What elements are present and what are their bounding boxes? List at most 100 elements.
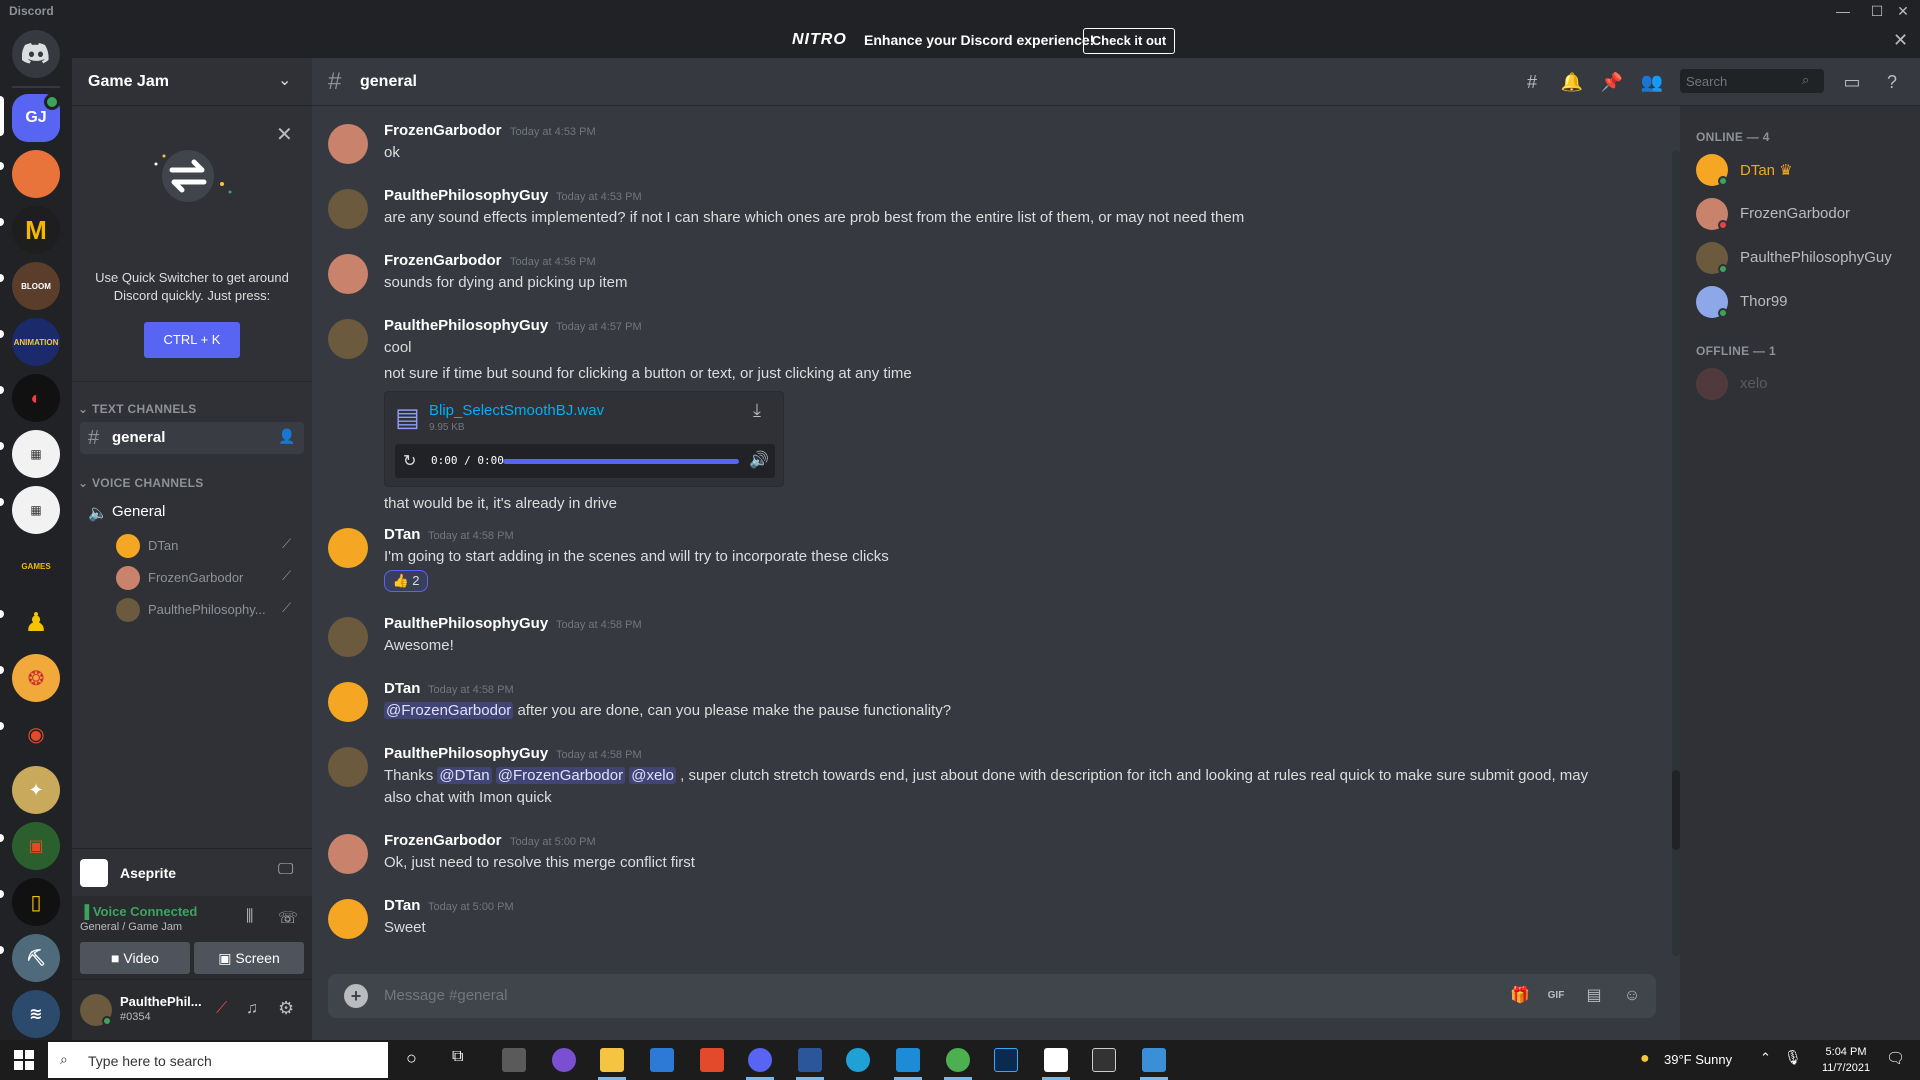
message-author[interactable]: PaulthePhilosophyGuy: [384, 745, 548, 762]
member-item[interactable]: xelo: [1688, 362, 1912, 406]
aseprite-taskbar-icon[interactable]: [1044, 1048, 1068, 1072]
guild-icon[interactable]: BLOOM: [12, 262, 60, 310]
user-mention[interactable]: @xelo: [629, 767, 676, 784]
bell-icon[interactable]: 🔔: [1560, 70, 1584, 94]
muted-mic-icon[interactable]: ⟋: [216, 1000, 227, 1018]
message-author[interactable]: DTan: [384, 526, 420, 543]
avatar[interactable]: [328, 682, 368, 722]
message-author[interactable]: DTan: [384, 680, 420, 697]
vscode-icon[interactable]: [896, 1048, 920, 1072]
headphones-icon[interactable]: ♫: [246, 1000, 258, 1018]
microphone-icon[interactable]: 🎙: [1784, 1049, 1802, 1066]
close-window-button[interactable]: ✕: [1886, 1, 1920, 21]
clock[interactable]: 5:04 PM 11/7/2021: [1812, 1044, 1880, 1076]
file-explorer-icon[interactable]: [600, 1048, 624, 1072]
guild-icon[interactable]: M: [12, 206, 60, 254]
noise-suppression-icon[interactable]: ⫼: [246, 908, 253, 926]
store-icon[interactable]: [502, 1048, 526, 1072]
chrome-icon[interactable]: [946, 1048, 970, 1072]
add-member-icon[interactable]: 👤: [278, 428, 295, 445]
pin-icon[interactable]: 📌: [1600, 70, 1624, 94]
weather-text[interactable]: 39°F Sunny: [1664, 1052, 1732, 1067]
member-item[interactable]: Thor99: [1688, 280, 1912, 324]
avatar[interactable]: [328, 189, 368, 229]
edge-icon[interactable]: [846, 1048, 870, 1072]
avatar[interactable]: [328, 747, 368, 787]
gif-icon[interactable]: GIF: [1544, 984, 1568, 1008]
chevron-up-icon[interactable]: ⌃: [1760, 1050, 1771, 1066]
user-mention[interactable]: @FrozenGarbodor: [384, 702, 514, 719]
message-author[interactable]: FrozenGarbodor: [384, 832, 502, 849]
guild-icon[interactable]: ANIMATION: [12, 318, 60, 366]
message-composer[interactable]: + Message #general 🎁 GIF ▤ ☺: [328, 974, 1656, 1018]
avatar[interactable]: [328, 528, 368, 568]
volume-icon[interactable]: 🔊: [749, 450, 769, 470]
disconnect-icon[interactable]: ☏: [278, 908, 298, 928]
inbox-icon[interactable]: ▭: [1840, 70, 1864, 94]
message-author[interactable]: DTan: [384, 897, 420, 914]
voice-channel-general[interactable]: 🔈 General: [80, 496, 304, 528]
attachment-filename[interactable]: Blip_SelectSmoothBJ.wav: [429, 402, 604, 419]
guild-icon[interactable]: [12, 150, 60, 198]
avatar[interactable]: [328, 124, 368, 164]
guild-icon[interactable]: ▦: [12, 486, 60, 534]
guild-icon[interactable]: ◐: [12, 374, 60, 422]
unity-icon[interactable]: [1092, 1048, 1116, 1072]
user-mention[interactable]: @DTan: [437, 767, 492, 784]
cortana-icon[interactable]: ○: [406, 1048, 417, 1069]
quick-switcher-button[interactable]: CTRL + K: [144, 322, 240, 358]
avatar[interactable]: [328, 254, 368, 294]
guild-icon[interactable]: GAMES: [12, 542, 60, 590]
app-icon[interactable]: [552, 1048, 576, 1072]
guild-icon[interactable]: ♟: [12, 598, 60, 646]
message-author[interactable]: PaulthePhilosophyGuy: [384, 317, 548, 334]
avatar[interactable]: [328, 319, 368, 359]
guild-icon[interactable]: ▦: [12, 430, 60, 478]
windows-start-icon[interactable]: [14, 1050, 34, 1070]
channel-general[interactable]: # general 👤: [80, 422, 304, 454]
help-icon[interactable]: ?: [1880, 70, 1904, 94]
mail-icon[interactable]: [650, 1048, 674, 1072]
notification-icon[interactable]: 🗨: [1886, 1049, 1905, 1067]
thumbs-up-reaction[interactable]: 👍 2: [384, 570, 428, 592]
avatar[interactable]: [328, 834, 368, 874]
close-banner-icon[interactable]: ✕: [1893, 30, 1908, 51]
gift-icon[interactable]: 🎁: [1508, 984, 1532, 1008]
replay-icon[interactable]: ↻: [403, 451, 416, 471]
guild-icon[interactable]: ▯: [12, 878, 60, 926]
user-mention[interactable]: @FrozenGarbodor: [495, 767, 626, 784]
stream-icon[interactable]: 🖵: [278, 861, 293, 879]
home-button[interactable]: [12, 30, 60, 78]
message-author[interactable]: PaulthePhilosophyGuy: [384, 187, 548, 204]
guild-icon[interactable]: ✦: [12, 766, 60, 814]
server-header[interactable]: Game Jam ⌄: [72, 58, 312, 106]
guild-icon[interactable]: ≋: [12, 990, 60, 1038]
member-list-icon[interactable]: 👥: [1640, 70, 1664, 94]
gear-icon[interactable]: ⚙: [278, 998, 294, 1019]
voice-user[interactable]: FrozenGarbodor ⟋: [116, 564, 306, 592]
guild-icon[interactable]: ◉: [12, 710, 60, 758]
category-voice-channels[interactable]: ⌄ VOICE CHANNELS: [78, 476, 204, 490]
emoji-icon[interactable]: ☺: [1620, 984, 1644, 1008]
search-input[interactable]: Search ⌕: [1680, 69, 1824, 93]
download-icon[interactable]: ⤓: [753, 400, 761, 421]
photoshop-icon[interactable]: [994, 1048, 1018, 1072]
screen-share-button[interactable]: ▣ Screen: [194, 942, 304, 974]
photos-icon[interactable]: [1142, 1048, 1166, 1072]
threads-icon[interactable]: #: [1520, 70, 1544, 94]
voice-location[interactable]: General / Game Jam: [80, 921, 182, 933]
guild-icon[interactable]: ❂: [12, 654, 60, 702]
avatar[interactable]: [328, 617, 368, 657]
member-item[interactable]: PaulthePhilosophyGuy: [1688, 236, 1912, 280]
message-author[interactable]: FrozenGarbodor: [384, 122, 502, 139]
category-text-channels[interactable]: ⌄ TEXT CHANNELS: [78, 402, 197, 416]
voice-user[interactable]: DTan ⟋: [116, 532, 306, 560]
message-author[interactable]: FrozenGarbodor: [384, 252, 502, 269]
guild-icon[interactable]: ⛏: [12, 934, 60, 982]
avatar[interactable]: [328, 899, 368, 939]
audio-progress-bar[interactable]: [503, 459, 739, 464]
taskbar-search-input[interactable]: ⌕ Type here to search: [48, 1042, 388, 1078]
sticker-icon[interactable]: ▤: [1582, 984, 1606, 1008]
scrollbar-thumb[interactable]: [1672, 770, 1680, 850]
voice-user[interactable]: PaulthePhilosophy... ⟋: [116, 596, 306, 624]
